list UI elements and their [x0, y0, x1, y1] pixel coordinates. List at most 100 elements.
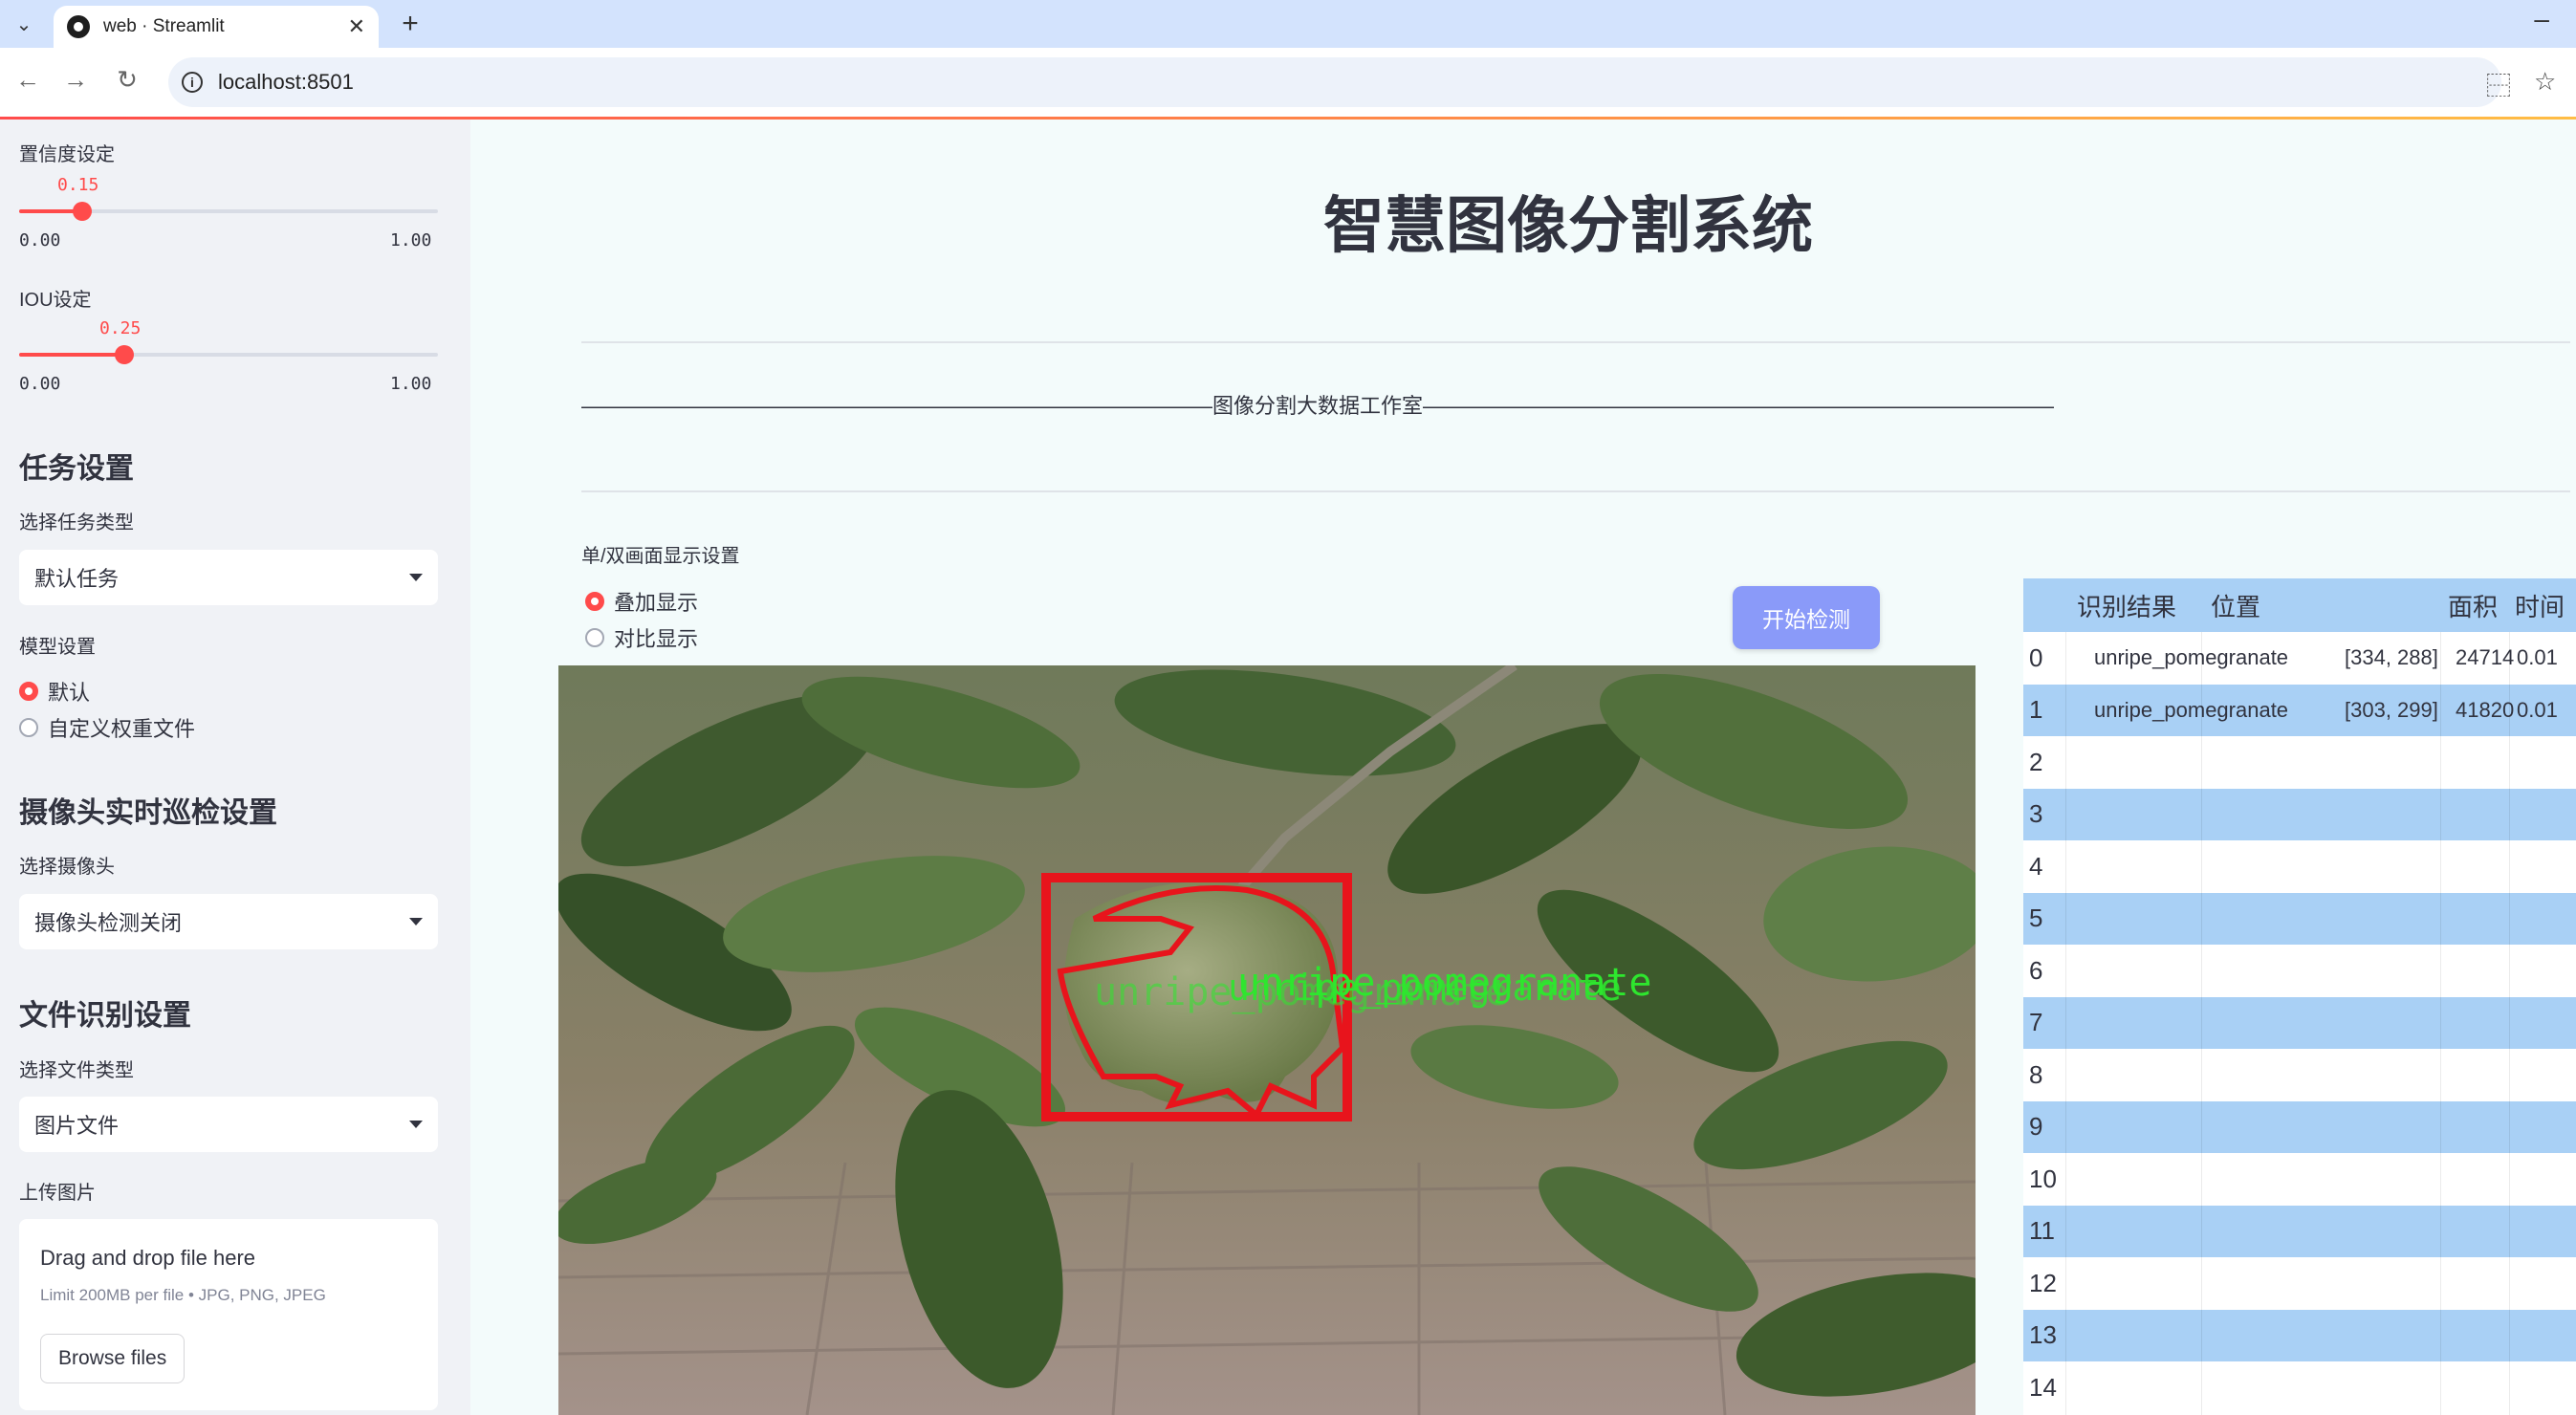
iou-slider[interactable] — [19, 345, 438, 364]
forward-arrow-icon[interactable]: → — [59, 65, 92, 95]
row-index: 4 — [2029, 851, 2043, 881]
table-row[interactable]: 12 — [2023, 1257, 2576, 1309]
header-area[interactable]: 面积 — [2448, 578, 2515, 632]
cell-time — [2517, 1310, 2576, 1361]
display-mode-overlay[interactable]: 叠加显示 — [585, 586, 698, 617]
task-type-label: 选择任务类型 — [19, 512, 134, 533]
reload-icon[interactable]: ↻ — [111, 65, 143, 95]
chevron-down-icon — [409, 574, 423, 581]
camera-settings-heading: 摄像头实时巡检设置 — [19, 797, 277, 829]
table-row[interactable]: 13 — [2023, 1309, 2576, 1361]
display-mode-label: 单/双画面显示设置 — [581, 546, 740, 567]
iou-min: 0.00 — [19, 374, 61, 394]
table-row[interactable]: 0 unripe_pomegranate [334, 288] 24714 0.01 — [2023, 632, 2576, 684]
browser-tab[interactable]: web · Streamlit ✕ — [54, 6, 379, 48]
iou-slider-thumb[interactable] — [114, 345, 134, 364]
iou-max: 1.00 — [390, 374, 432, 394]
tab-close-icon[interactable]: ✕ — [348, 14, 365, 39]
new-tab-plus-icon[interactable]: + — [394, 8, 426, 40]
tab-title: web · Streamlit — [103, 16, 225, 36]
cell-time: 0.01 — [2517, 645, 2558, 669]
task-type-value: 默认任务 — [34, 567, 120, 591]
start-detection-button[interactable]: 开始检测 — [1733, 586, 1880, 649]
file-dropzone[interactable]: Drag and drop file here Limit 200MB per … — [19, 1219, 438, 1410]
site-info-icon[interactable]: i — [182, 72, 203, 93]
table-row[interactable]: 4 — [2023, 840, 2576, 892]
window-minimize-icon[interactable]: – — [2534, 4, 2549, 34]
file-type-select[interactable]: 图片文件 — [19, 1097, 438, 1152]
translate-icon[interactable]: ⿱ — [2486, 67, 2511, 102]
detection-label-mask: unripe_pomegranate — [1228, 967, 1622, 1010]
header-result[interactable]: 识别结果 — [2077, 578, 2211, 632]
results-table[interactable]: 识别结果 位置 面积 时间 0 unripe_pomegranate [334, 2… — [2023, 578, 2576, 1415]
cell-time — [2517, 736, 2576, 788]
model-option-custom[interactable]: 自定义权重文件 — [19, 712, 195, 743]
cell-area — [2448, 997, 2515, 1049]
cell-time — [2517, 789, 2576, 840]
radio-unselected-icon[interactable] — [585, 628, 604, 647]
cell-time — [2517, 1257, 2576, 1309]
cell-area — [2448, 789, 2515, 840]
cell-position — [2211, 1101, 2450, 1153]
table-row[interactable]: 7 — [2023, 996, 2576, 1049]
table-row[interactable]: 1 unripe_pomegranate [303, 299] 41820 0.01 — [2023, 684, 2576, 736]
table-row[interactable]: 8 — [2023, 1049, 2576, 1100]
row-index: 13 — [2029, 1320, 2057, 1349]
confidence-slider[interactable] — [19, 202, 438, 221]
radio-selected-icon[interactable] — [585, 592, 604, 611]
table-row[interactable]: 3 — [2023, 788, 2576, 840]
divider-bottom — [581, 490, 2570, 492]
main-content: 智慧图像分割系统 ——————————————————————————————图… — [470, 120, 2576, 1415]
camera-value: 摄像头检测关闭 — [34, 911, 183, 935]
browser-toolbar: ← → ↻ i localhost:8501 ⿱ ☆ — [0, 48, 2576, 117]
cell-time — [2517, 1101, 2576, 1153]
model-settings-label: 模型设置 — [19, 637, 96, 658]
dropzone-instructions: Drag and drop file here — [40, 1246, 256, 1270]
table-row[interactable]: 9 — [2023, 1100, 2576, 1153]
browse-files-button[interactable]: Browse files — [40, 1334, 186, 1383]
model-option-default[interactable]: 默认 — [19, 676, 90, 707]
camera-select[interactable]: 摄像头检测关闭 — [19, 894, 438, 949]
page-title: 智慧图像分割系统 — [1323, 191, 1813, 260]
table-row[interactable]: 11 — [2023, 1205, 2576, 1257]
row-index: 11 — [2029, 1216, 2055, 1245]
table-row[interactable]: 5 — [2023, 892, 2576, 945]
row-index: 6 — [2029, 955, 2043, 985]
cell-position — [2211, 893, 2450, 945]
cell-area — [2448, 1101, 2515, 1153]
tab-search-chevron-icon[interactable]: ⌄ — [8, 8, 40, 40]
file-type-value: 图片文件 — [34, 1114, 120, 1138]
task-settings-heading: 任务设置 — [19, 453, 134, 485]
cell-position — [2211, 1153, 2450, 1205]
cell-time — [2517, 1153, 2576, 1205]
iou-label: IOU设定 — [19, 290, 92, 311]
detection-result-image: unripe_pomegranate unripe_pomegranate un… — [558, 665, 1976, 1415]
cell-position — [2211, 840, 2450, 892]
header-time[interactable]: 时间 — [2515, 578, 2576, 632]
address-bar[interactable]: i localhost:8501 — [168, 57, 2501, 107]
header-position[interactable]: 位置 — [2211, 578, 2459, 632]
confidence-label: 置信度设定 — [19, 144, 115, 165]
back-arrow-icon[interactable]: ← — [11, 65, 44, 95]
chevron-down-icon — [409, 1121, 423, 1128]
row-index: 5 — [2029, 903, 2043, 932]
cell-time — [2517, 1049, 2576, 1100]
cell-time — [2517, 893, 2576, 945]
display-mode-compare[interactable]: 对比显示 — [585, 622, 698, 653]
confidence-slider-thumb[interactable] — [72, 202, 92, 221]
cell-time — [2517, 1206, 2576, 1257]
iou-slider-fill — [19, 353, 124, 357]
table-row[interactable]: 10 — [2023, 1153, 2576, 1205]
streamlit-favicon-icon — [67, 15, 90, 38]
cell-area — [2448, 1049, 2515, 1100]
cell-area — [2448, 840, 2515, 892]
table-row[interactable]: 14 — [2023, 1361, 2576, 1413]
row-index: 3 — [2029, 799, 2043, 828]
radio-selected-icon[interactable] — [19, 682, 38, 701]
task-type-select[interactable]: 默认任务 — [19, 550, 438, 605]
radio-unselected-icon[interactable] — [19, 718, 38, 737]
table-row[interactable]: 2 — [2023, 736, 2576, 788]
cell-position — [2211, 736, 2450, 788]
table-row[interactable]: 6 — [2023, 945, 2576, 996]
bookmark-star-icon[interactable]: ☆ — [2534, 67, 2556, 97]
